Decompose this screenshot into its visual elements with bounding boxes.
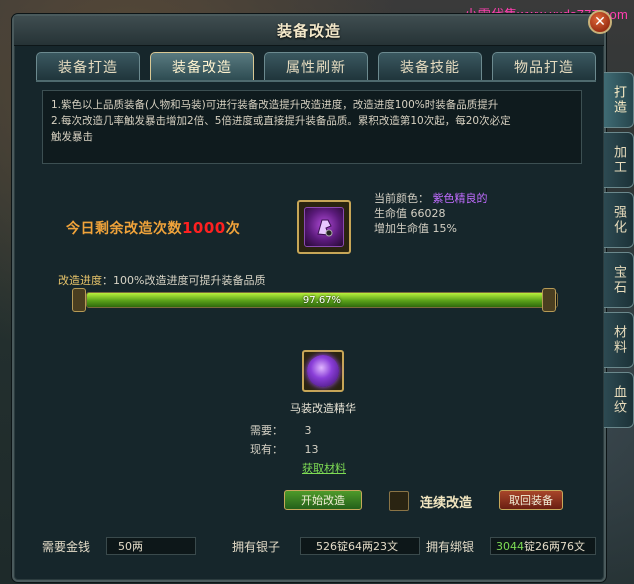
color-label: 当前颜色： <box>374 192 429 205</box>
bound-silver-value: 3044锭26两76文 <box>496 538 585 554</box>
withdraw-equipment-button[interactable]: 取回装备 <box>499 490 563 510</box>
close-button[interactable]: ✕ <box>588 10 612 34</box>
progress-cap-right <box>542 288 556 312</box>
side-tab-process[interactable]: 加工 <box>604 132 634 188</box>
bound-silver-ingots: 3044 <box>496 540 524 553</box>
side-tab-bar: 打造 加工 强化 宝石 材料 血纹 <box>604 72 634 428</box>
purple-horse-gear-icon <box>304 207 344 247</box>
tab-equip-reforge[interactable]: 装备改造 <box>150 52 254 80</box>
gold-value: 50两 <box>118 540 143 553</box>
instruction-line-1: 1.紫色以上品质装备(人物和马装)可进行装备改造提升改造进度，改造进度100%时… <box>51 99 499 111</box>
footer-currency: 需要金钱 50两 拥有银子 526锭64两23文 拥有绑银 3044锭26两76… <box>42 534 598 558</box>
material-slot[interactable] <box>302 350 344 392</box>
tab-divider <box>36 80 596 82</box>
close-icon: ✕ <box>594 14 606 30</box>
gold-label: 需要金钱 <box>42 539 91 554</box>
equipment-info: 当前颜色： 紫色精良的 生命值 66028 增加生命值 15% <box>374 191 488 236</box>
hp-label: 生命值 <box>374 207 407 220</box>
instructions-box: 1.紫色以上品质装备(人物和马装)可进行装备改造提升改造进度，改造进度100%时… <box>42 90 582 164</box>
side-tab-forge[interactable]: 打造 <box>604 72 634 128</box>
side-tab-gem[interactable]: 宝石 <box>604 252 634 308</box>
tab-bar: 装备打造 装备改造 属性刷新 装备技能 物品打造 <box>36 52 596 80</box>
tab-label: 属性刷新 <box>286 59 346 76</box>
remaining-suffix: 次 <box>225 221 241 237</box>
continuous-reforge-label: 连续改造 <box>420 496 473 511</box>
silver-label: 拥有银子 <box>232 539 281 554</box>
tab-label: 装备改造 <box>172 59 232 76</box>
title-bar[interactable]: 装备改造 <box>14 16 604 46</box>
material-have-row: 现有： 13 <box>250 441 319 457</box>
progress-cap-left <box>72 288 86 312</box>
window-title: 装备改造 <box>276 22 341 40</box>
hp-bonus-label: 增加生命值 <box>374 222 429 235</box>
hp-value: 66028 <box>410 207 446 220</box>
remaining-count: 1000 <box>182 219 226 237</box>
side-tab-material[interactable]: 材料 <box>604 312 634 368</box>
tab-equip-forge[interactable]: 装备打造 <box>36 52 140 80</box>
gear-glyph <box>317 219 333 237</box>
color-value: 紫色精良的 <box>432 192 488 205</box>
tab-label: 装备打造 <box>58 59 118 76</box>
bound-silver-rest: 锭26两76文 <box>524 540 585 553</box>
tab-attr-refresh[interactable]: 属性刷新 <box>264 52 368 80</box>
progress-bar: 97.67% <box>86 292 558 308</box>
tab-label: 装备技能 <box>400 59 460 76</box>
material-need-row: 需要： 3 <box>250 422 312 438</box>
tab-equip-skill[interactable]: 装备技能 <box>378 52 482 80</box>
instruction-line-2: 2.每次改造几率触发暴击增加2倍、5倍进度或直接提升装备品质。累积改造第10次起… <box>51 115 511 127</box>
hp-bonus-value: 15% <box>432 222 457 235</box>
remaining-prefix: 今日剩余改造次数 <box>66 221 182 237</box>
need-label: 需要： <box>250 424 283 437</box>
start-reforge-button[interactable]: 开始改造 <box>284 490 362 510</box>
material-name: 马装改造精华 <box>290 402 356 415</box>
tab-item-forge[interactable]: 物品打造 <box>492 52 596 80</box>
progress-value: 97.67% <box>302 294 342 306</box>
continuous-reforge-checkbox[interactable] <box>389 491 409 511</box>
remaining-attempts: 今日剩余改造次数1000次 <box>66 218 240 238</box>
bound-silver-label: 拥有绑银 <box>426 539 475 554</box>
have-label: 现有： <box>250 443 283 456</box>
need-value: 3 <box>304 424 312 437</box>
progress-title: 改造进度 <box>58 274 102 287</box>
silver-value: 526锭64两23文 <box>316 540 398 553</box>
progress-desc: ：100%改造进度可提升装备品质 <box>102 274 266 287</box>
instruction-line-3: 触发暴击 <box>51 131 93 143</box>
equipment-reforge-window: 装备改造 ✕ 装备打造 装备改造 属性刷新 装备技能 物品打造 1.紫色以上品质… <box>12 10 612 582</box>
side-tab-enhance[interactable]: 强化 <box>604 192 634 248</box>
have-value: 13 <box>304 443 319 456</box>
progress-label: 改造进度：100%改造进度可提升装备品质 <box>58 272 265 288</box>
side-tab-bloodline[interactable]: 血纹 <box>604 372 634 428</box>
equipment-slot[interactable] <box>297 200 351 254</box>
get-material-link[interactable]: 获取材料 <box>302 460 346 476</box>
purple-essence-orb-icon <box>307 355 339 387</box>
tab-label: 物品打造 <box>514 59 574 76</box>
